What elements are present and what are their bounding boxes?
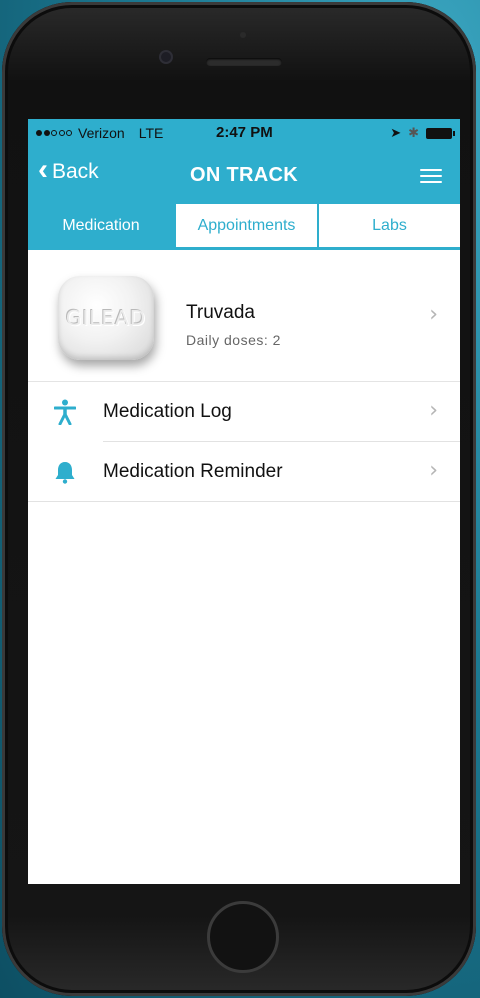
signal-strength-icon bbox=[36, 130, 72, 136]
earpiece-speaker bbox=[206, 58, 282, 66]
list-item-medication-log[interactable]: Medication Log › bbox=[28, 382, 460, 442]
carrier-name: Verizon bbox=[78, 125, 125, 141]
navigation-bar: ‹ Back ON TRACK bbox=[28, 147, 460, 204]
proximity-sensor bbox=[240, 32, 246, 38]
medication-reminder-label: Medication Reminder bbox=[103, 461, 283, 482]
chevron-right-icon: › bbox=[429, 302, 438, 327]
tab-medication[interactable]: Medication bbox=[28, 204, 174, 247]
divider bbox=[28, 501, 460, 502]
medication-list: GILEAD Truvada Daily doses: 2 › Medicati… bbox=[28, 250, 460, 502]
network-type: LTE bbox=[138, 125, 164, 141]
medication-name: Truvada bbox=[186, 302, 255, 323]
person-icon bbox=[52, 399, 78, 425]
phone-frame: Verizon LTE 2:47 PM ➤ ✱ ‹ Back ON TRACK … bbox=[2, 2, 476, 996]
battery-icon bbox=[426, 127, 455, 139]
page-title: ON TRACK bbox=[190, 164, 298, 186]
chevron-right-icon: › bbox=[429, 398, 438, 423]
app-screen: Verizon LTE 2:47 PM ➤ ✱ ‹ Back ON TRACK … bbox=[28, 119, 460, 884]
bell-icon bbox=[52, 459, 78, 485]
status-time: 2:47 PM bbox=[216, 124, 273, 141]
front-camera bbox=[159, 50, 173, 64]
medication-doses: Daily doses: 2 bbox=[186, 332, 281, 348]
pill-imprint: GILEAD bbox=[65, 306, 147, 330]
chevron-right-icon: › bbox=[429, 458, 438, 483]
bluetooth-icon: ✱ bbox=[408, 125, 419, 140]
location-arrow-icon: ➤ bbox=[390, 125, 402, 140]
pill-image: GILEAD bbox=[58, 276, 154, 360]
medication-log-label: Medication Log bbox=[103, 401, 232, 422]
medication-row-truvada[interactable]: GILEAD Truvada Daily doses: 2 › bbox=[28, 250, 460, 382]
hamburger-menu-icon[interactable] bbox=[420, 169, 442, 183]
tab-labs[interactable]: Labs bbox=[317, 204, 460, 247]
tab-appointments[interactable]: Appointments bbox=[174, 204, 317, 247]
status-bar: Verizon LTE 2:47 PM ➤ ✱ bbox=[28, 119, 460, 147]
home-button[interactable] bbox=[207, 901, 279, 973]
list-item-medication-reminder[interactable]: Medication Reminder › bbox=[28, 442, 460, 502]
tab-bar: Medication Appointments Labs bbox=[28, 204, 460, 250]
